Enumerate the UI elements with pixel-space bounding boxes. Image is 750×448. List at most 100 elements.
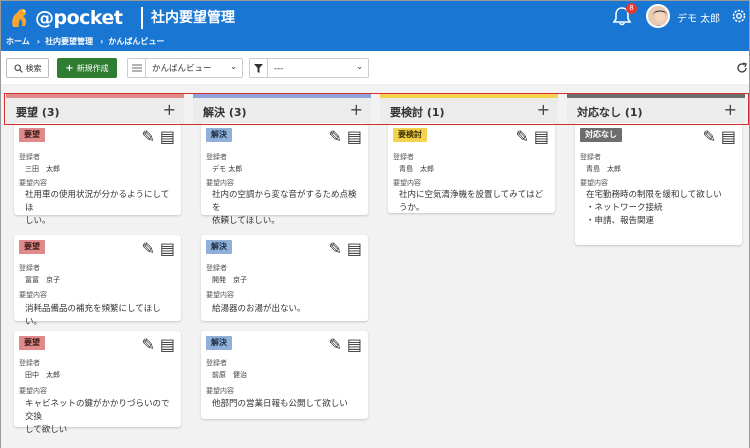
column-title: 要検討 (1) [390, 106, 445, 119]
filter-select-value: --- [274, 64, 284, 74]
kanban-card[interactable]: 要望 ✎ ▤ 登録者 田中 太郎 要望内容 キャビネットの鍵がかかりづらいので交換… [14, 331, 181, 435]
content-text: 在宅勤務時の制限を緩和して欲しい ・ネットワーク接続 ・申請、報告関連 [586, 190, 722, 226]
header-divider [141, 7, 143, 29]
status-badge: 解決 [206, 240, 232, 254]
breadcrumb-app[interactable]: 社内要望管理 [45, 37, 93, 46]
kanban-card[interactable]: 要検討 ✎ ▤ 登録者 青島 太郎 要望内容 社内に空気清浄機を設置してみてはどう… [388, 123, 555, 213]
add-card-plus-icon[interactable]: + [350, 100, 363, 119]
search-button[interactable]: 検索 [6, 58, 49, 78]
kanban-column-youbou: 要望 (3) + [6, 93, 184, 124]
column-title: 要望 (3) [16, 106, 60, 119]
column-title: 解決 (3) [203, 106, 247, 119]
edit-pencil-icon[interactable]: ✎ [515, 127, 528, 146]
document-icon[interactable]: ▤ [347, 239, 362, 258]
column-header: 対応なし (1) + [567, 98, 745, 124]
content-label: 要望内容 [19, 179, 47, 187]
reporter-label: 登録者 [393, 153, 414, 161]
edit-pencil-icon[interactable]: ✎ [141, 335, 154, 354]
gear-icon[interactable] [730, 7, 748, 25]
content-text: 社用車の使用状況が分かるようにしてほ しい。 [25, 190, 170, 226]
filter-icon [250, 59, 268, 77]
document-icon[interactable]: ▤ [347, 335, 362, 354]
view-select[interactable]: かんばんビュー ⌄ [127, 58, 243, 78]
new-record-button[interactable]: + 新規作成 [57, 58, 117, 78]
chevron-down-icon: ⌄ [230, 62, 237, 71]
plus-icon: + [65, 62, 74, 74]
reporter-label: 登録者 [580, 153, 601, 161]
reporter-value: 前原 健治 [212, 371, 247, 379]
refresh-icon[interactable] [736, 62, 748, 74]
content-label: 要望内容 [206, 179, 234, 187]
status-badge: 要望 [19, 336, 45, 350]
document-icon[interactable]: ▤ [721, 127, 736, 146]
kangaroo-logo-icon[interactable] [7, 5, 33, 31]
page-title: 社内要望管理 [151, 10, 235, 26]
content-text: 社内の空調から変な音がするため点検を 依頼してほしい。 [212, 190, 357, 226]
document-icon[interactable]: ▤ [160, 239, 175, 258]
breadcrumb-separator-icon: › [36, 37, 41, 46]
person-icon [648, 6, 668, 26]
kanban-card[interactable]: 解決 ✎ ▤ 登録者 デモ 太郎 要望内容 社内の空調から変な音がするため点検を依… [201, 123, 368, 226]
breadcrumb-home[interactable]: ホーム [6, 37, 30, 46]
reporter-value: 冨冨 京子 [25, 276, 60, 284]
kanban-card[interactable]: 対応なし ✎ ▤ 登録者 青島 太郎 要望内容 在宅勤務時の制限を緩和して欲しい・… [575, 123, 742, 245]
breadcrumb: ホーム › 社内要望管理 › かんばんビュー [6, 36, 166, 47]
add-card-plus-icon[interactable]: + [537, 100, 550, 119]
content-text: 他部門の営業日報も公開して欲しい [212, 399, 348, 409]
reporter-value: 田中 太郎 [25, 371, 60, 379]
kanban-column-kaiketsu: 解決 (3) + [193, 93, 371, 124]
status-badge: 要望 [19, 128, 45, 142]
search-icon [13, 63, 23, 73]
content-label: 要望内容 [393, 179, 421, 187]
content-text: 給湯器のお湯が出ない。 [212, 304, 306, 314]
status-badge: 要検討 [393, 128, 427, 142]
reporter-label: 登録者 [19, 264, 40, 272]
document-icon[interactable]: ▤ [160, 127, 175, 146]
kanban-card[interactable]: 要望 ✎ ▤ 登録者 冨冨 京子 要望内容 消耗品備品の補充を頻繁にしてほしい。 [14, 235, 181, 327]
edit-pencil-icon[interactable]: ✎ [702, 127, 715, 146]
kanban-card[interactable]: 解決 ✎ ▤ 登録者 前原 健治 要望内容 他部門の営業日報も公開して欲しい [201, 331, 368, 419]
filter-select[interactable]: --- ⌄ [249, 58, 369, 78]
new-record-label: 新規作成 [76, 63, 109, 73]
document-icon[interactable]: ▤ [160, 335, 175, 354]
column-header: 解決 (3) + [193, 98, 371, 124]
edit-pencil-icon[interactable]: ✎ [328, 239, 341, 258]
content-label: 要望内容 [19, 387, 47, 395]
reporter-label: 登録者 [19, 359, 40, 367]
reporter-value: 青島 太郎 [586, 165, 621, 173]
reporter-label: 登録者 [206, 153, 227, 161]
user-name[interactable]: デモ 太郎 [677, 10, 720, 25]
status-badge: 解決 [206, 128, 232, 142]
document-icon[interactable]: ▤ [534, 127, 549, 146]
content-text: 社内に空気清浄機を設置してみてはどうか。 [399, 190, 544, 213]
content-label: 要望内容 [19, 291, 47, 299]
status-badge: 要望 [19, 240, 45, 254]
edit-pencil-icon[interactable]: ✎ [141, 239, 154, 258]
kanban-card[interactable]: 要望 ✎ ▤ 登録者 三田 太郎 要望内容 社用車の使用状況が分かるようにしてほし… [14, 123, 181, 226]
user-avatar[interactable] [646, 4, 670, 28]
list-icon [128, 59, 146, 77]
breadcrumb-current: かんばんビュー [108, 37, 165, 46]
reporter-value: デモ 太郎 [212, 165, 243, 173]
add-card-plus-icon[interactable]: + [724, 100, 737, 119]
brand-name[interactable]: @pocket [35, 7, 123, 29]
kanban-column-kentou: 要検討 (1) + [380, 93, 558, 124]
kanban-card[interactable]: 解決 ✎ ▤ 登録者 開発 京子 要望内容 給湯器のお湯が出ない。 [201, 235, 368, 321]
content-label: 要望内容 [580, 179, 608, 187]
edit-pencil-icon[interactable]: ✎ [328, 127, 341, 146]
content-text: キャビネットの鍵がかかりづらいので交換 して欲しい [25, 399, 170, 435]
app-header: @pocket 社内要望管理 ホーム › 社内要望管理 › かんばんビュー 8 デモ 太… [1, 1, 749, 51]
edit-pencil-icon[interactable]: ✎ [328, 335, 341, 354]
column-header: 要望 (3) + [6, 98, 184, 124]
content-label: 要望内容 [206, 291, 234, 299]
kanban-board: 要望 (3) + 解決 (3) + 要検討 (1) + 対応なし (1) + 要… [1, 85, 749, 448]
edit-pencil-icon[interactable]: ✎ [141, 127, 154, 146]
document-icon[interactable]: ▤ [347, 127, 362, 146]
notification-badge: 8 [626, 3, 637, 14]
status-badge: 対応なし [580, 128, 622, 142]
search-button-label: 検索 [25, 63, 42, 73]
add-card-plus-icon[interactable]: + [163, 100, 176, 119]
reporter-label: 登録者 [206, 359, 227, 367]
reporter-label: 登録者 [206, 264, 227, 272]
reporter-value: 三田 太郎 [25, 165, 60, 173]
